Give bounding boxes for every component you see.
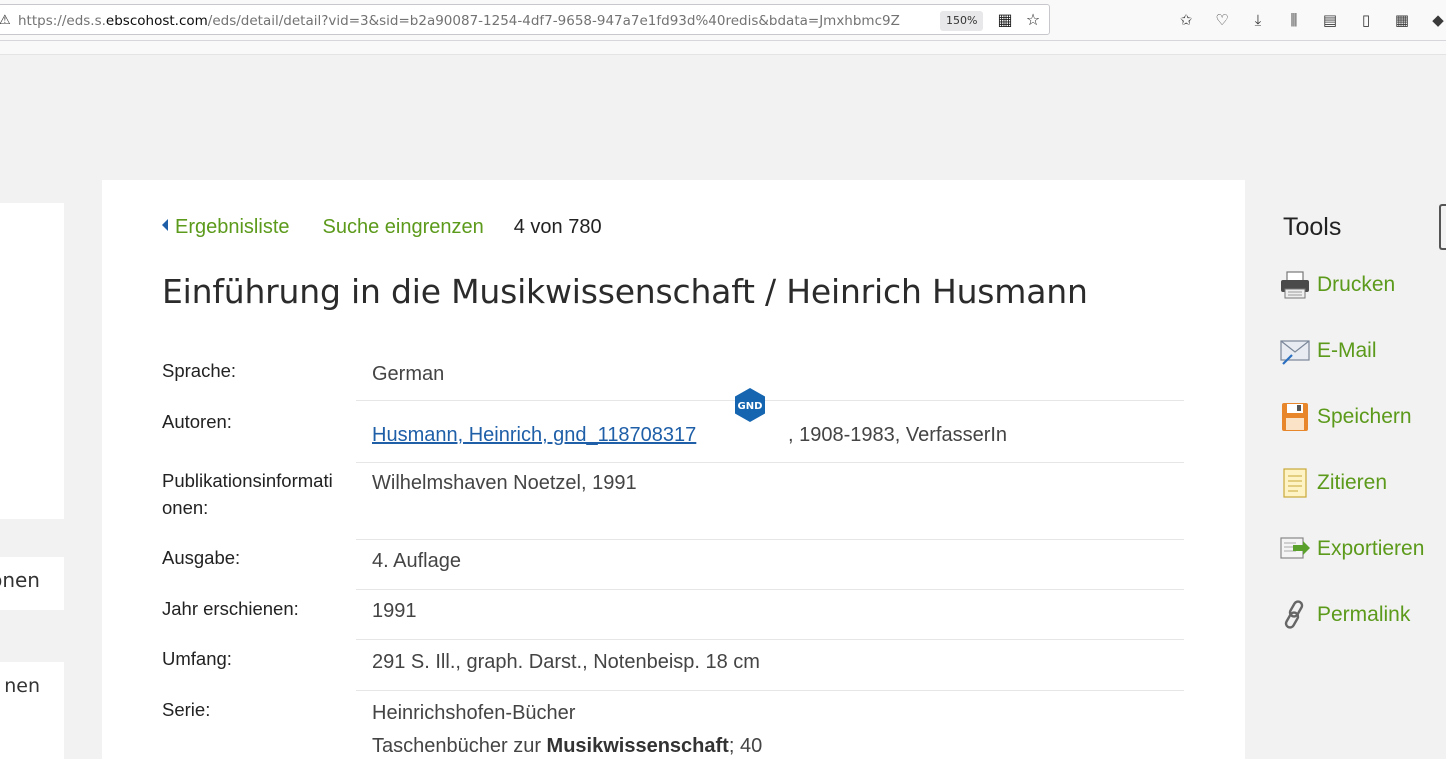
extensions-icon[interactable]: ▦ — [1392, 10, 1412, 30]
record-detail-card: Ergebnisliste Suche eingrenzen 4 von 780… — [102, 180, 1245, 759]
field-label: Ausgabe: — [162, 547, 241, 568]
reader-mode-icon[interactable]: ✩ — [1176, 10, 1196, 30]
warning-icon: ⚠ — [0, 13, 11, 28]
pocket-icon[interactable]: ♡ — [1212, 10, 1232, 30]
library-icon[interactable]: ⫼ — [1284, 10, 1304, 30]
left-panel-heading: onen — [0, 568, 40, 592]
qr-code-icon[interactable]: ▦ — [996, 11, 1014, 29]
side-panel-toggle[interactable] — [1439, 204, 1446, 250]
tool-label: Exportieren — [1317, 537, 1425, 560]
save-icon — [1282, 403, 1308, 431]
printer-icon — [1281, 271, 1309, 299]
result-position: 4 von 780 — [513, 215, 602, 238]
left-facet-panel-3[interactable]: nen — [0, 662, 64, 759]
toolbar-strip — [0, 41, 1446, 55]
browser-toolbar: ⚠ https://eds.s.ebscohost.com/eds/detail… — [0, 0, 1446, 41]
cite-icon — [1283, 468, 1307, 498]
url-text[interactable]: https://eds.s.ebscohost.com/eds/detail/d… — [18, 13, 933, 29]
svg-text:GND: GND — [738, 401, 763, 412]
page-icon[interactable]: ▯ — [1356, 10, 1376, 30]
back-to-results-link[interactable]: Ergebnisliste — [175, 216, 290, 239]
tool-label: Permalink — [1317, 603, 1411, 626]
row-divider — [356, 400, 1184, 401]
field-label: Sprache: — [162, 360, 237, 381]
zoom-level-badge[interactable]: 150% — [940, 11, 984, 31]
bookmark-star-icon[interactable]: ☆ — [1024, 11, 1042, 29]
row-divider — [356, 539, 1184, 540]
field-value: Husmann, Heinrich, gnd_118708317 — [372, 419, 696, 452]
author-dates: , 1908-1983, VerfasserIn — [788, 424, 1008, 446]
address-bar[interactable]: ⚠ https://eds.s.ebscohost.com/eds/detail… — [0, 4, 1050, 35]
tool-label: Speichern — [1317, 405, 1412, 428]
tool-label: Zitieren — [1317, 471, 1388, 494]
field-label: Jahr erschienen: — [162, 598, 299, 619]
sidebar-icon[interactable]: ▤ — [1320, 10, 1340, 30]
tool-export[interactable]: Exportieren — [1279, 532, 1424, 566]
left-facet-panel — [0, 203, 64, 519]
tool-cite[interactable]: Zitieren — [1279, 466, 1387, 500]
tool-label: E-Mail — [1317, 339, 1377, 362]
field-value: 291 S. Ill., graph. Darst., Notenbeisp. … — [372, 651, 760, 673]
tool-label: Drucken — [1317, 273, 1396, 296]
series-line-2: Taschenbücher zur Musikwissenschaft; 40 — [372, 735, 763, 757]
field-label: Umfang: — [162, 648, 232, 669]
row-divider — [356, 639, 1184, 640]
author-link[interactable]: Husmann, Heinrich, gnd_118708317 — [372, 424, 696, 446]
tool-print[interactable]: Drucken — [1279, 268, 1395, 302]
gnd-badge-icon[interactable]: GND — [734, 387, 766, 423]
refine-search-link[interactable]: Suche eingrenzen — [323, 216, 484, 239]
left-panel-text: nen — [4, 675, 40, 697]
row-divider — [356, 690, 1184, 691]
series-line-1: Heinrichshofen-Bücher — [372, 702, 576, 724]
export-icon — [1280, 537, 1310, 559]
row-divider — [356, 462, 1184, 463]
tools-heading: Tools — [1283, 213, 1342, 241]
row-divider — [356, 589, 1184, 590]
email-icon — [1280, 340, 1310, 365]
field-label: Autoren: — [162, 411, 232, 432]
tool-email[interactable]: E-Mail — [1279, 334, 1377, 368]
addon-icon[interactable]: ◆ — [1428, 10, 1446, 30]
field-label: Serie: — [162, 699, 211, 720]
field-value: German — [372, 363, 445, 385]
tool-save[interactable]: Speichern — [1279, 400, 1412, 434]
field-value: 1991 — [372, 600, 417, 622]
field-value: Wilhelmshaven Noetzel, 1991 — [372, 472, 637, 494]
left-facet-panel-2[interactable]: onen — [0, 557, 64, 610]
field-label: Publikationsinformati onen: — [162, 470, 333, 518]
record-title: Einführung in die Musikwissenschaft / He… — [162, 272, 1088, 311]
result-navigation: Ergebnisliste Suche eingrenzen 4 von 780 — [162, 213, 602, 241]
back-arrow-icon[interactable] — [162, 219, 168, 231]
permalink-icon — [1284, 600, 1304, 629]
field-value: 4. Auflage — [372, 550, 461, 572]
tool-permalink[interactable]: Permalink — [1279, 598, 1410, 632]
downloads-icon[interactable]: ⤓ — [1248, 10, 1268, 30]
